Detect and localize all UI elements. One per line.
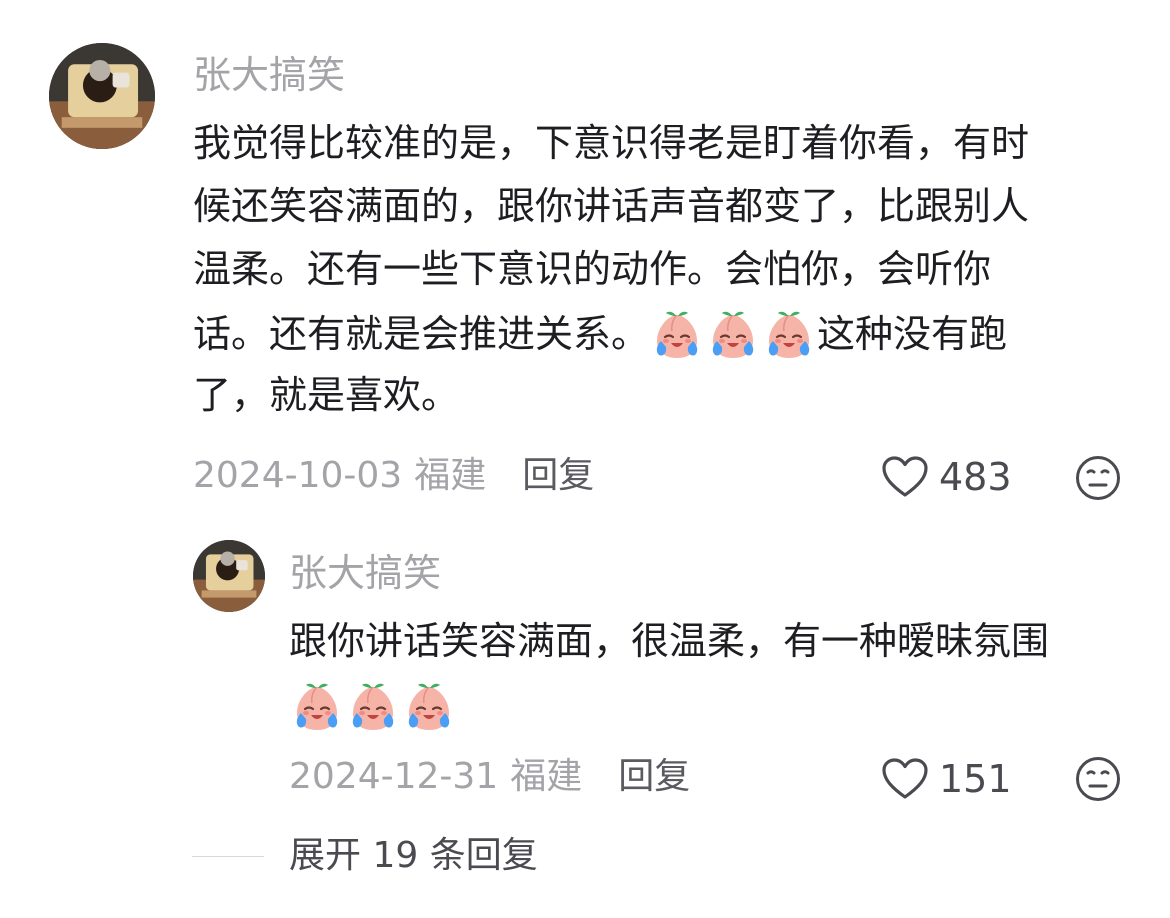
comment-text-line: 温柔。还有一些下意识的动作。会怕你，会听你 [193, 247, 992, 291]
comment-meta: 2024-10-03 福建 回复 [193, 458, 594, 494]
comment-location: 福建 [414, 455, 487, 496]
reply-button[interactable]: 回复 [522, 458, 594, 494]
comment-date: 2024-10-03 [193, 455, 403, 496]
comment-text-line: 话。还有就是会推进关系。 这种没有跑 [193, 301, 1029, 364]
reply-date: 2024-12-31 [289, 756, 499, 797]
like-count: 483 [939, 455, 1012, 499]
crying-peach-emoji-icon [401, 679, 457, 735]
reply-meta: 2024-12-31 福建 回复 [289, 759, 690, 795]
reply-reply-button[interactable]: 回复 [618, 759, 690, 795]
reply-username[interactable]: 张大搞笑 [289, 554, 441, 592]
reply-text-line: 跟你讲话笑容满面，很温柔，有一种暧昧氛围 [289, 619, 1050, 663]
reply-emoji-line [289, 673, 1049, 736]
reply-like-button[interactable]: 151 [881, 757, 1012, 801]
heart-outline-icon [882, 456, 928, 497]
comment-thread: 张大搞笑 我觉得比较准的是，下意识得老是盯着你看，有时 候还笑容满面的，跟你讲话… [0, 0, 1170, 918]
reply-avatar[interactable] [193, 540, 265, 612]
avatar[interactable] [49, 43, 155, 149]
like-button[interactable]: 483 [881, 455, 1012, 499]
crying-peach-emoji-icon [649, 307, 705, 363]
comment-text-line: 了，就是喜欢。 [193, 373, 460, 417]
crying-peach-emoji-icon [761, 307, 817, 363]
reply-text: 跟你讲话笑容满面，很温柔，有一种暧昧氛围 [289, 610, 1049, 736]
avatar-image [193, 540, 265, 612]
comment-text-line: 候还笑容满面的，跟你讲话声音都变了，比跟别人 [193, 184, 1030, 228]
reply-like-count: 151 [939, 757, 1012, 801]
comment-username[interactable]: 张大搞笑 [193, 56, 345, 94]
reply-dislike-button[interactable] [1075, 756, 1121, 802]
comment-text-segment: 话。还有就是会推进关系。 [193, 312, 650, 356]
crying-peach-emoji-icon [289, 679, 345, 735]
crying-peach-emoji-icon [705, 307, 761, 363]
reply-location: 福建 [510, 756, 583, 797]
crying-peach-emoji-icon [345, 679, 401, 735]
heart-outline-icon [882, 758, 928, 799]
comment-text-segment: 这种没有跑 [817, 312, 1008, 356]
comment-text-line: 我觉得比较准的是，下意识得老是盯着你看，有时 [193, 121, 1030, 165]
expand-replies-button[interactable]: 展开 19 条回复 [289, 838, 538, 874]
avatar-image [49, 43, 155, 149]
dislike-button[interactable] [1075, 455, 1121, 501]
neutral-face-icon [1076, 757, 1120, 801]
neutral-face-icon [1076, 456, 1120, 500]
expand-divider [192, 856, 264, 857]
comment-text: 我觉得比较准的是，下意识得老是盯着你看，有时 候还笑容满面的，跟你讲话声音都变了… [193, 112, 1029, 427]
